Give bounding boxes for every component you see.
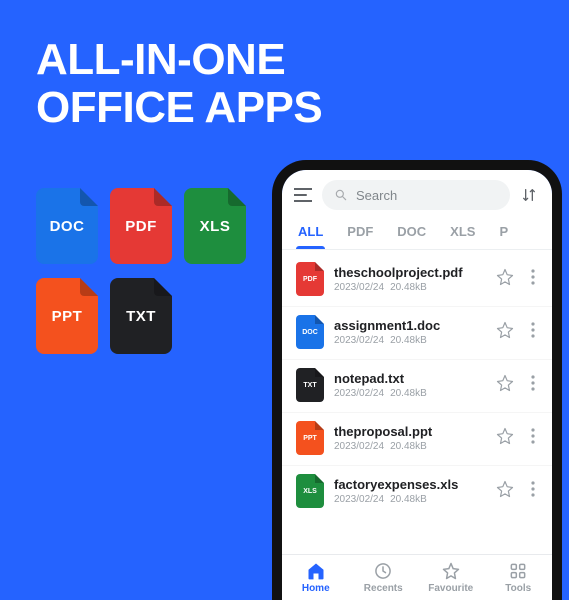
- more-options-icon[interactable]: [526, 481, 540, 502]
- more-options-icon[interactable]: [526, 428, 540, 449]
- promo-badge-label: DOC: [50, 218, 85, 235]
- promo-badge-label: PDF: [125, 218, 157, 235]
- promo-badge-doc: DOC: [36, 188, 98, 264]
- file-row[interactable]: PPT theproposal.ppt 2023/02/24 20.48kB: [282, 412, 552, 465]
- favourite-star-icon[interactable]: [496, 480, 516, 503]
- file-size: 20.48kB: [390, 335, 427, 346]
- file-subtitle: 2023/02/24 20.48kB: [334, 441, 486, 452]
- file-date: 2023/02/24: [334, 282, 384, 293]
- file-row[interactable]: PDF theschoolproject.pdf 2023/02/24 20.48kB: [282, 254, 552, 306]
- nav-label: Recents: [364, 583, 403, 594]
- file-meta: notepad.txt 2023/02/24 20.48kB: [334, 371, 486, 399]
- home-icon: [306, 561, 326, 581]
- more-options-icon[interactable]: [526, 375, 540, 396]
- file-meta: assignment1.doc 2023/02/24 20.48kB: [334, 318, 486, 346]
- promo-badge-pdf: PDF: [110, 188, 172, 264]
- file-date: 2023/02/24: [334, 494, 384, 505]
- menu-icon[interactable]: [294, 188, 314, 202]
- file-subtitle: 2023/02/24 20.48kB: [334, 335, 486, 346]
- favourite-star-icon[interactable]: [496, 374, 516, 397]
- nav-tools[interactable]: Tools: [485, 555, 553, 600]
- file-row[interactable]: TXT notepad.txt 2023/02/24 20.48kB: [282, 359, 552, 412]
- sort-icon[interactable]: [518, 187, 540, 203]
- file-row[interactable]: DOC assignment1.doc 2023/02/24 20.48kB: [282, 306, 552, 359]
- file-size: 20.48kB: [390, 282, 427, 293]
- favourite-star-icon[interactable]: [496, 268, 516, 291]
- favourite-star-icon[interactable]: [496, 321, 516, 344]
- file-meta: theschoolproject.pdf 2023/02/24 20.48kB: [334, 265, 486, 293]
- file-type-icon-doc: DOC: [296, 315, 324, 349]
- file-size: 20.48kB: [390, 441, 427, 452]
- file-type-icon-pdf: PDF: [296, 262, 324, 296]
- file-subtitle: 2023/02/24 20.48kB: [334, 282, 486, 293]
- promo-file-icons: DOC PDF XLS PPT TXT: [36, 188, 244, 354]
- promo-badge-label: PPT: [52, 308, 83, 325]
- file-subtitle: 2023/02/24 20.48kB: [334, 388, 486, 399]
- clock-icon: [373, 561, 393, 581]
- filter-tabs: ALLPDFDOCXLSP: [282, 216, 552, 250]
- hero-line-2: OFFICE APPS: [36, 84, 322, 132]
- file-name: theschoolproject.pdf: [334, 265, 486, 280]
- file-row[interactable]: XLS factoryexpenses.xls 2023/02/24 20.48kB: [282, 465, 552, 518]
- nav-home[interactable]: Home: [282, 555, 350, 600]
- hero-title: ALL-IN-ONE OFFICE APPS: [36, 36, 322, 131]
- phone-mockup: Search ALLPDFDOCXLSP PDFtheschoolproject…: [272, 160, 562, 600]
- nav-label: Favourite: [428, 583, 473, 594]
- tab-doc[interactable]: DOC: [385, 216, 438, 249]
- file-date: 2023/02/24: [334, 335, 384, 346]
- file-name: assignment1.doc: [334, 318, 486, 333]
- promo-badge-xls: XLS: [184, 188, 246, 264]
- file-name: theproposal.ppt: [334, 424, 486, 439]
- search-input[interactable]: Search: [322, 180, 510, 210]
- promo-badge-label: XLS: [200, 218, 231, 235]
- file-name: factoryexpenses.xls: [334, 477, 486, 492]
- favourite-star-icon[interactable]: [496, 427, 516, 450]
- hero-line-1: ALL-IN-ONE: [36, 36, 322, 84]
- file-size: 20.48kB: [390, 494, 427, 505]
- nav-label: Home: [302, 583, 330, 594]
- more-options-icon[interactable]: [526, 269, 540, 290]
- promo-badge-label: TXT: [126, 308, 156, 325]
- grid-icon: [508, 561, 528, 581]
- tab-p[interactable]: P: [487, 216, 520, 249]
- search-placeholder: Search: [356, 188, 397, 203]
- file-type-icon-xls: XLS: [296, 474, 324, 508]
- bottom-nav: Home Recents Favourite Tools: [282, 554, 552, 600]
- file-type-icon-ppt: PPT: [296, 421, 324, 455]
- file-type-icon-txt: TXT: [296, 368, 324, 402]
- promo-badge-txt: TXT: [110, 278, 172, 354]
- tab-pdf[interactable]: PDF: [335, 216, 385, 249]
- file-meta: theproposal.ppt 2023/02/24 20.48kB: [334, 424, 486, 452]
- top-bar: Search: [282, 170, 552, 216]
- file-meta: factoryexpenses.xls 2023/02/24 20.48kB: [334, 477, 486, 505]
- file-date: 2023/02/24: [334, 388, 384, 399]
- star-icon: [441, 561, 461, 581]
- file-list: PDF theschoolproject.pdf 2023/02/24 20.48kB…: [282, 250, 552, 554]
- nav-recents[interactable]: Recents: [350, 555, 418, 600]
- file-date: 2023/02/24: [334, 441, 384, 452]
- nav-favourite[interactable]: Favourite: [417, 555, 485, 600]
- more-options-icon[interactable]: [526, 322, 540, 343]
- nav-label: Tools: [505, 583, 531, 594]
- file-size: 20.48kB: [390, 388, 427, 399]
- file-name: notepad.txt: [334, 371, 486, 386]
- tab-xls[interactable]: XLS: [438, 216, 487, 249]
- search-icon: [334, 188, 348, 202]
- tab-all[interactable]: ALL: [286, 216, 335, 249]
- promo-badge-ppt: PPT: [36, 278, 98, 354]
- file-subtitle: 2023/02/24 20.48kB: [334, 494, 486, 505]
